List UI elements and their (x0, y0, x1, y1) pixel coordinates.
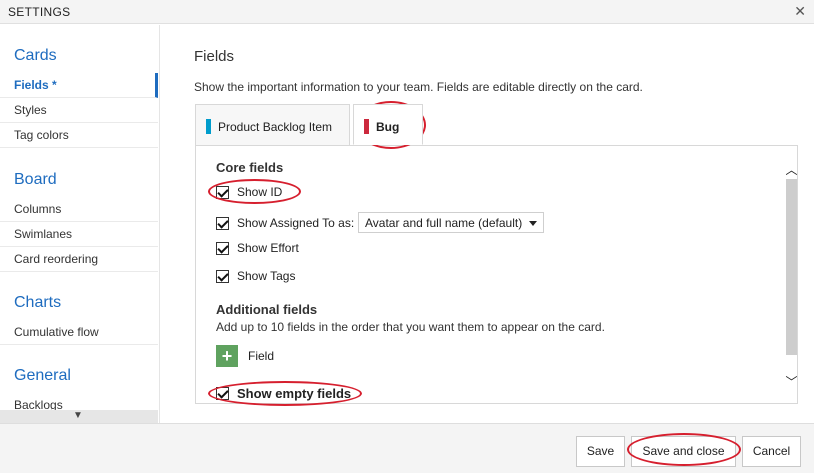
sidebar-section-general: General (14, 367, 71, 384)
panel-scrollbar[interactable]: ︿ ﹀ (785, 161, 798, 389)
sidebar-scroll-button[interactable]: ▼ (0, 410, 158, 423)
tab-bug[interactable]: Bug (353, 104, 423, 145)
assigned-to-dropdown[interactable]: Avatar and full name (default) (358, 212, 544, 233)
sidebar-item-swimlanes[interactable]: Swimlanes (0, 222, 158, 247)
show-empty-fields-label: Show empty fields (237, 386, 352, 401)
tab-label: Bug (376, 120, 400, 134)
show-effort-checkbox[interactable] (216, 242, 229, 255)
show-assigned-label: Show Assigned To as: (237, 216, 355, 230)
chevron-down-icon: ▼ (73, 410, 83, 421)
tab-label: Product Backlog Item (218, 120, 333, 134)
chevron-up-icon[interactable]: ︿ (785, 161, 798, 177)
show-id-checkbox[interactable] (216, 186, 229, 199)
scrollbar-thumb[interactable] (786, 179, 797, 355)
work-item-color-bar (206, 119, 211, 134)
plus-icon: + (216, 345, 238, 367)
sidebar-item-card-reordering[interactable]: Card reordering (0, 247, 158, 272)
sidebar-item-fields[interactable]: Fields * (0, 73, 158, 98)
sidebar-item-cumulative-flow[interactable]: Cumulative flow (0, 320, 158, 345)
tab-product-backlog-item[interactable]: Product Backlog Item (195, 104, 350, 145)
dialog-footer: Save Save and close Cancel (0, 423, 814, 473)
core-fields-heading: Core fields (216, 160, 284, 175)
close-icon[interactable]: ✕ (794, 3, 806, 20)
chevron-down-icon (529, 221, 537, 226)
page-title: Fields (194, 48, 235, 65)
show-assigned-checkbox[interactable] (216, 217, 229, 230)
fields-panel: Core fields Show ID Show Assigned To as:… (195, 145, 798, 404)
additional-fields-description: Add up to 10 fields in the order that yo… (216, 320, 605, 334)
show-tags-checkbox[interactable] (216, 270, 229, 283)
sidebar-section-charts: Charts (14, 294, 62, 311)
save-button[interactable]: Save (576, 436, 625, 467)
main-content: Fields Show the important information to… (161, 25, 814, 423)
show-tags-label: Show Tags (237, 269, 296, 283)
show-id-label: Show ID (237, 185, 283, 199)
sidebar-item-columns[interactable]: Columns (0, 197, 158, 222)
sidebar-section-board: Board (14, 171, 57, 188)
sidebar-item-styles[interactable]: Styles (0, 98, 158, 123)
window-title: SETTINGS (8, 5, 71, 19)
sidebar: Cards Fields * Styles Tag colors Board C… (0, 25, 160, 423)
add-field-label: Field (248, 349, 275, 363)
chevron-down-icon[interactable]: ﹀ (785, 373, 798, 389)
work-item-color-bar (364, 119, 369, 134)
cancel-button[interactable]: Cancel (742, 436, 801, 467)
additional-fields-heading: Additional fields (216, 302, 318, 317)
assigned-to-value: Avatar and full name (default) (365, 216, 523, 230)
save-and-close-button[interactable]: Save and close (631, 436, 736, 467)
page-description: Show the important information to your t… (194, 80, 643, 94)
sidebar-item-tag-colors[interactable]: Tag colors (0, 123, 158, 148)
show-empty-fields-checkbox[interactable] (216, 387, 229, 400)
sidebar-section-cards: Cards (14, 47, 57, 64)
show-effort-label: Show Effort (237, 241, 299, 255)
title-bar: SETTINGS ✕ (0, 0, 814, 24)
